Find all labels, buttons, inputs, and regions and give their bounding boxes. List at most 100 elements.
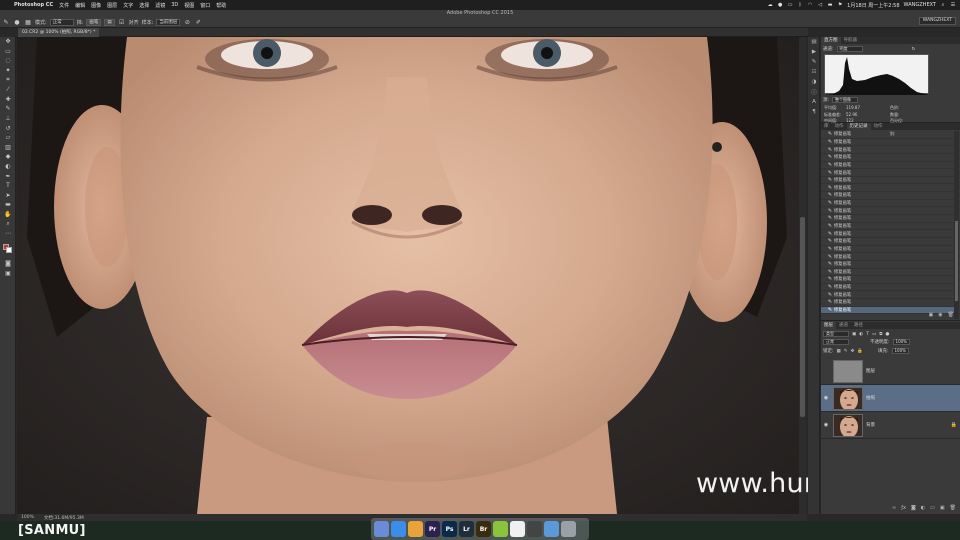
history-item[interactable]: ✎ 修复画笔 <box>821 230 954 238</box>
erase-button[interactable]: 画笔 <box>86 18 102 26</box>
history-scrollbar-thumb[interactable] <box>955 221 958 301</box>
history-brush-tool-icon[interactable]: ↺ <box>0 123 16 133</box>
new-group-icon[interactable]: ▭ <box>930 505 935 511</box>
path-select-tool-icon[interactable]: ➤ <box>0 191 16 201</box>
filter-adjust-icon[interactable]: ◐ <box>859 332 863 337</box>
blur-tool-icon[interactable]: ◆ <box>0 152 16 162</box>
visibility-eye-icon[interactable]: ◉ <box>821 395 831 401</box>
history-item[interactable]: ✎ 修复画笔 <box>821 207 954 216</box>
folder-icon[interactable] <box>544 521 559 537</box>
background-color-swatch[interactable] <box>6 247 12 253</box>
type-tool-icon[interactable]: T <box>0 181 16 191</box>
eraser-tool-icon[interactable]: ▱ <box>0 133 16 143</box>
history-item[interactable]: ✎ 修复画笔 <box>821 184 954 193</box>
pattern-button[interactable]: ▤ <box>104 18 115 26</box>
chrome-icon[interactable] <box>408 521 423 537</box>
safari-icon[interactable] <box>391 521 406 537</box>
menu-type[interactable]: 文字 <box>123 2 133 9</box>
search-icon[interactable]: ⌕ <box>940 2 946 8</box>
notification-icon[interactable]: ☰ <box>950 2 956 8</box>
lasso-tool-icon[interactable]: ◌ <box>0 56 16 66</box>
menu-edit[interactable]: 编辑 <box>75 2 85 9</box>
pen-tool-icon[interactable]: ✒ <box>0 171 16 181</box>
scrollbar-thumb[interactable] <box>800 217 805 417</box>
filter-toggle-icon[interactable]: ● <box>885 332 889 337</box>
pressure-icon[interactable]: ✐ <box>194 18 202 26</box>
layer-name[interactable]: 背景 <box>866 422 948 428</box>
shape-tool-icon[interactable]: ▬ <box>0 200 16 210</box>
layer-row[interactable]: ◉ 拍照 <box>821 385 960 412</box>
healing-tool-icon[interactable]: ✚ <box>0 95 16 105</box>
history-panel-icon[interactable]: ▤ <box>808 37 820 47</box>
history-item[interactable]: ✎ 修复画笔 <box>821 192 954 200</box>
menu-window[interactable]: 窗口 <box>200 2 210 9</box>
history-item[interactable]: ✎ 修复画笔 <box>821 269 954 277</box>
history-item[interactable]: ✎ 修复画笔 <box>821 215 954 223</box>
filter-shape-icon[interactable]: ▭ <box>872 332 876 337</box>
document-canvas[interactable] <box>17 37 799 514</box>
clone-stamp-tool-icon[interactable]: ⊥ <box>0 114 16 124</box>
brush-panel-icon[interactable]: ✎ <box>808 57 820 67</box>
menu-image[interactable]: 图像 <box>91 2 101 9</box>
link-layers-icon[interactable]: ∞ <box>892 505 896 511</box>
history-item[interactable]: ✎ 修复画笔 <box>821 146 954 154</box>
sample-select[interactable]: 当前图层 <box>156 18 181 26</box>
brush-settings-icon[interactable]: ▦ <box>24 18 32 26</box>
layer-row[interactable]: ◉ 背景 🔒 <box>821 412 960 439</box>
history-item[interactable]: ✎ 修复画笔 <box>821 131 954 139</box>
history-item[interactable]: ✎ 修复画笔 <box>821 223 954 231</box>
menu-layer[interactable]: 图层 <box>107 2 117 9</box>
info-panel-icon[interactable]: ⓘ <box>808 87 820 97</box>
layer-name[interactable]: 拍照 <box>866 395 948 401</box>
clapper-icon[interactable] <box>527 521 542 537</box>
move-tool-icon[interactable]: ✥ <box>0 37 16 47</box>
properties-panel-icon[interactable]: ☷ <box>808 67 820 77</box>
history-item[interactable]: ✎ 修复画笔 <box>821 246 954 254</box>
history-item[interactable]: ✎ 修复画笔 <box>821 162 954 170</box>
qq-icon[interactable] <box>510 521 525 537</box>
finder-icon[interactable] <box>374 521 389 537</box>
tab-layers[interactable]: 图层 <box>821 322 836 329</box>
app-icon[interactable] <box>493 521 508 537</box>
marquee-tool-icon[interactable]: ▭ <box>0 47 16 57</box>
history-item[interactable]: ✎ 修复画笔 <box>821 276 954 284</box>
new-document-from-state-icon[interactable]: ▣ <box>929 312 934 320</box>
new-snapshot-icon[interactable]: ◉ <box>938 312 942 320</box>
layer-row[interactable]: 图层 <box>821 358 960 385</box>
visibility-eye-icon[interactable]: ◉ <box>821 422 831 428</box>
battery-icon[interactable]: ▬ <box>827 2 833 8</box>
lightroom-icon[interactable]: Lr <box>459 521 474 537</box>
document-tab[interactable]: 02.CR2 @ 100% (拍照, RGB/8*) * <box>18 28 100 37</box>
paragraph-panel-icon[interactable]: ¶ <box>808 107 820 117</box>
tab-actions-2[interactable]: 动作 <box>871 123 886 130</box>
dodge-tool-icon[interactable]: ◐ <box>0 162 16 172</box>
add-mask-icon[interactable]: ◙ <box>911 505 916 511</box>
workspace-switcher[interactable]: WANGZHEXT <box>918 17 956 25</box>
history-item[interactable]: ✎ 修复画笔 <box>821 238 954 246</box>
tab-actions-1[interactable]: 动作 <box>832 123 847 130</box>
lock-transparency-icon[interactable]: ▦ <box>837 349 841 354</box>
screen-mode-icon[interactable]: ▣ <box>0 269 16 279</box>
filter-pixel-icon[interactable]: ▣ <box>852 332 856 337</box>
crop-tool-icon[interactable]: ⌗ <box>0 75 16 85</box>
actions-panel-icon[interactable]: ▶ <box>808 47 820 57</box>
menu-view[interactable]: 视图 <box>184 2 194 9</box>
cloud-icon[interactable]: ☁ <box>767 2 773 8</box>
history-item[interactable]: ✎ 修复画笔 <box>821 253 954 261</box>
channel-select[interactable]: 明度 <box>836 46 863 52</box>
quick-select-tool-icon[interactable]: ✦ <box>0 66 16 76</box>
brush-tool-icon[interactable]: ✎ <box>0 104 16 114</box>
app-name-menu[interactable]: Photoshop CC <box>14 2 53 8</box>
menu-3d[interactable]: 3D <box>171 2 178 8</box>
layer-style-icon[interactable]: ƒx <box>901 505 906 511</box>
history-item[interactable]: ✎ 修复画笔 <box>821 200 954 208</box>
menu-help[interactable]: 帮助 <box>216 2 226 9</box>
more-tools-icon[interactable]: ⋯ <box>0 229 16 239</box>
screen-icon[interactable]: ▭ <box>787 2 793 8</box>
adjustment-layer-icon[interactable]: ◐ <box>921 505 925 511</box>
menu-filter[interactable]: 滤镜 <box>155 2 165 9</box>
history-item[interactable]: ✎ 修复画笔 <box>821 291 954 300</box>
document-size[interactable]: 文档:31.6M/95.3M <box>44 515 84 521</box>
opacity-input[interactable]: 100% <box>892 339 910 345</box>
bridge-icon[interactable]: Br <box>476 521 491 537</box>
